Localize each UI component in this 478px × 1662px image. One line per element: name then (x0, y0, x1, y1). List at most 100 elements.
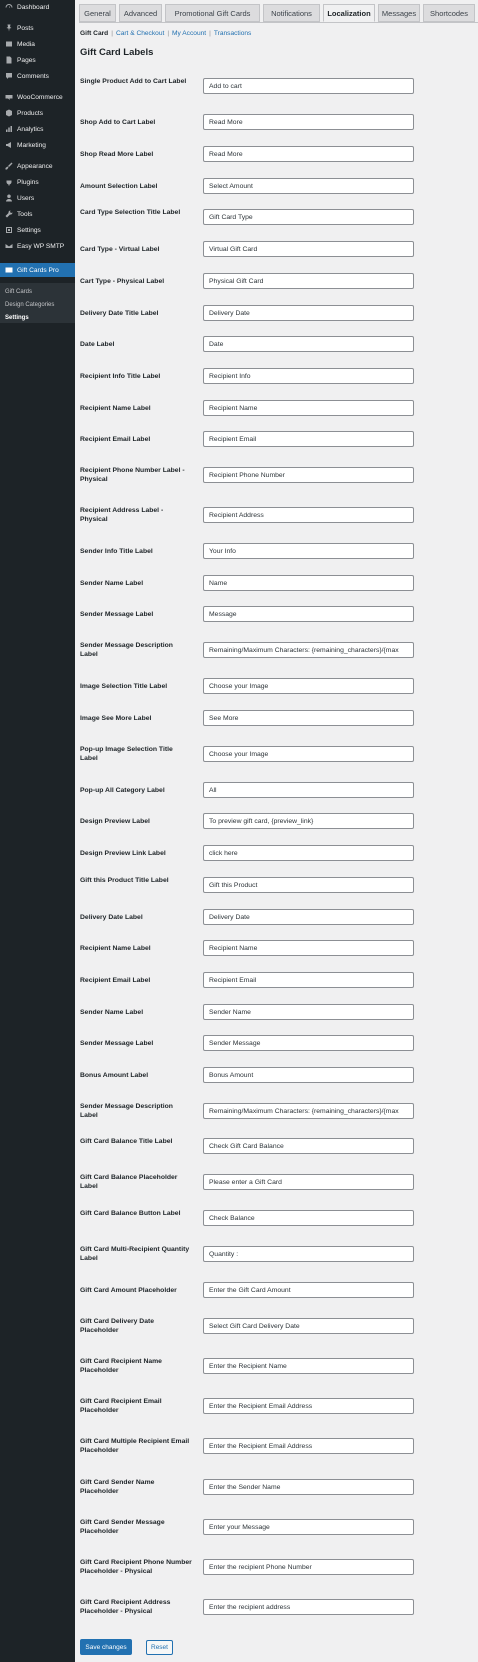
field-input[interactable] (203, 909, 414, 925)
field-input[interactable] (203, 1210, 414, 1226)
submenu-item-design-categories[interactable]: Design Categories (5, 302, 54, 308)
field-input[interactable] (203, 845, 414, 861)
tab-advanced[interactable]: Advanced (119, 4, 162, 22)
field-input[interactable] (203, 273, 414, 289)
field-input[interactable] (203, 146, 414, 162)
subtab-gift-card[interactable]: Gift Card (80, 30, 108, 37)
field-input[interactable] (203, 1004, 414, 1020)
field-input[interactable] (203, 1282, 414, 1298)
field-input[interactable] (203, 1599, 414, 1615)
field-input[interactable] (203, 710, 414, 726)
gift-card-icon (4, 266, 13, 275)
field-input[interactable] (203, 178, 414, 194)
sidebar-item-label: Analytics (17, 125, 44, 133)
subtab-transactions[interactable]: Transactions (214, 30, 252, 37)
submenu-item-gift-cards[interactable]: Gift Cards (5, 289, 32, 295)
field-input[interactable] (203, 543, 414, 559)
sidebar-item-woocommerce[interactable]: WooCommerce (0, 90, 75, 104)
field-input[interactable] (203, 1174, 414, 1190)
field-input[interactable] (203, 305, 414, 321)
field-input[interactable] (203, 1358, 414, 1374)
field-label: Sender Message Description Label (80, 1103, 173, 1119)
tab-localization[interactable]: Localization (323, 4, 375, 22)
tab-shortcodes[interactable]: Shortcodes (423, 4, 475, 22)
field-label: Recipient Name Label (80, 404, 151, 412)
field-label: Recipient Info Title Label (80, 372, 161, 380)
sidebar-item-dashboard[interactable]: Dashboard (0, 0, 75, 14)
sidebar-item-media[interactable]: Media (0, 37, 75, 51)
sidebar-item-settings[interactable]: Settings (0, 223, 75, 237)
tab-notifications[interactable]: Notifications (263, 4, 320, 22)
field-input[interactable] (203, 1438, 414, 1454)
field-input[interactable] (203, 1559, 414, 1575)
field-input[interactable] (203, 1318, 414, 1334)
tab-promotional-gift-cards[interactable]: Promotional Gift Cards (165, 4, 260, 22)
field-input[interactable] (203, 336, 414, 352)
field-input[interactable] (203, 1519, 414, 1535)
sidebar-item-appearance[interactable]: Appearance (0, 159, 75, 173)
field-input[interactable] (203, 241, 414, 257)
sidebar-item-gift-cards-pro[interactable]: Gift Cards Pro (0, 263, 75, 277)
sidebar-item-marketing[interactable]: Marketing (0, 138, 75, 152)
sidebar-item-plugins[interactable]: Plugins (0, 175, 75, 189)
admin-sidebar: Gift Cards Design Categories Settings Da… (0, 0, 75, 1662)
sidebar-item-posts[interactable]: Posts (0, 21, 75, 35)
section-title: Gift Card Labels (80, 47, 154, 58)
field-input[interactable] (203, 606, 414, 622)
field-input[interactable] (203, 114, 414, 130)
tab-messages[interactable]: Messages (378, 4, 420, 22)
save-button[interactable]: Save changes (80, 1639, 132, 1655)
field-label: Recipient Name Label (80, 944, 151, 952)
field-input[interactable] (203, 431, 414, 447)
submenu-item-settings[interactable]: Settings (5, 315, 29, 321)
field-input[interactable] (203, 940, 414, 956)
field-input[interactable] (203, 78, 414, 94)
field-label: Gift Card Recipient Phone Number Placeho… (80, 1559, 192, 1575)
field-input[interactable] (203, 1138, 414, 1154)
reset-button[interactable]: Reset (146, 1640, 173, 1655)
field-label: Gift Card Recipient Name Placeholder (80, 1358, 162, 1374)
plug-icon (4, 178, 13, 187)
field-label: Delivery Date Title Label (80, 309, 159, 317)
subsection-nav: Gift Card | Cart & Checkout | My Account… (80, 29, 252, 37)
sidebar-item-comments[interactable]: Comments (0, 69, 75, 83)
sidebar-item-label: Settings (17, 226, 41, 234)
media-icon (4, 40, 13, 49)
sidebar-item-users[interactable]: Users (0, 191, 75, 205)
field-input[interactable] (203, 746, 414, 762)
field-label: Gift this Product Title Label (80, 877, 169, 884)
field-label: Gift Card Amount Placeholder (80, 1286, 177, 1294)
field-input[interactable] (203, 813, 414, 829)
sidebar-item-easy-wp-smtp[interactable]: Easy WP SMTP (0, 239, 75, 253)
sidebar-item-analytics[interactable]: Analytics (0, 122, 75, 136)
field-label: Sender Name Label (80, 1008, 144, 1016)
subtab-cart-checkout[interactable]: Cart & Checkout (116, 30, 164, 37)
subtab-my-account[interactable]: My Account (172, 30, 206, 37)
field-input[interactable] (203, 1479, 414, 1495)
sidebar-item-pages[interactable]: Pages (0, 53, 75, 67)
field-input[interactable] (203, 209, 414, 225)
field-input[interactable] (203, 1067, 414, 1083)
field-input[interactable] (203, 642, 414, 658)
field-input[interactable] (203, 575, 414, 591)
field-label: Gift Card Sender Name Placeholder (80, 1479, 155, 1495)
field-input[interactable] (203, 400, 414, 416)
field-input[interactable] (203, 1103, 414, 1119)
tab-general[interactable]: General (79, 4, 116, 22)
field-input[interactable] (203, 782, 414, 798)
field-input[interactable] (203, 972, 414, 988)
brush-icon (4, 162, 13, 171)
sidebar-item-products[interactable]: Products (0, 106, 75, 120)
sidebar-item-tools[interactable]: Tools (0, 207, 75, 221)
field-label: Sender Message Label (80, 610, 154, 618)
field-input[interactable] (203, 678, 414, 694)
field-input[interactable] (203, 368, 414, 384)
field-input[interactable] (203, 1398, 414, 1414)
field-input[interactable] (203, 467, 414, 483)
field-input[interactable] (203, 1035, 414, 1051)
field-input[interactable] (203, 877, 414, 893)
sidebar-item-label: Marketing (17, 141, 46, 149)
settings-icon (4, 226, 13, 235)
field-input[interactable] (203, 1246, 414, 1262)
field-input[interactable] (203, 507, 414, 523)
